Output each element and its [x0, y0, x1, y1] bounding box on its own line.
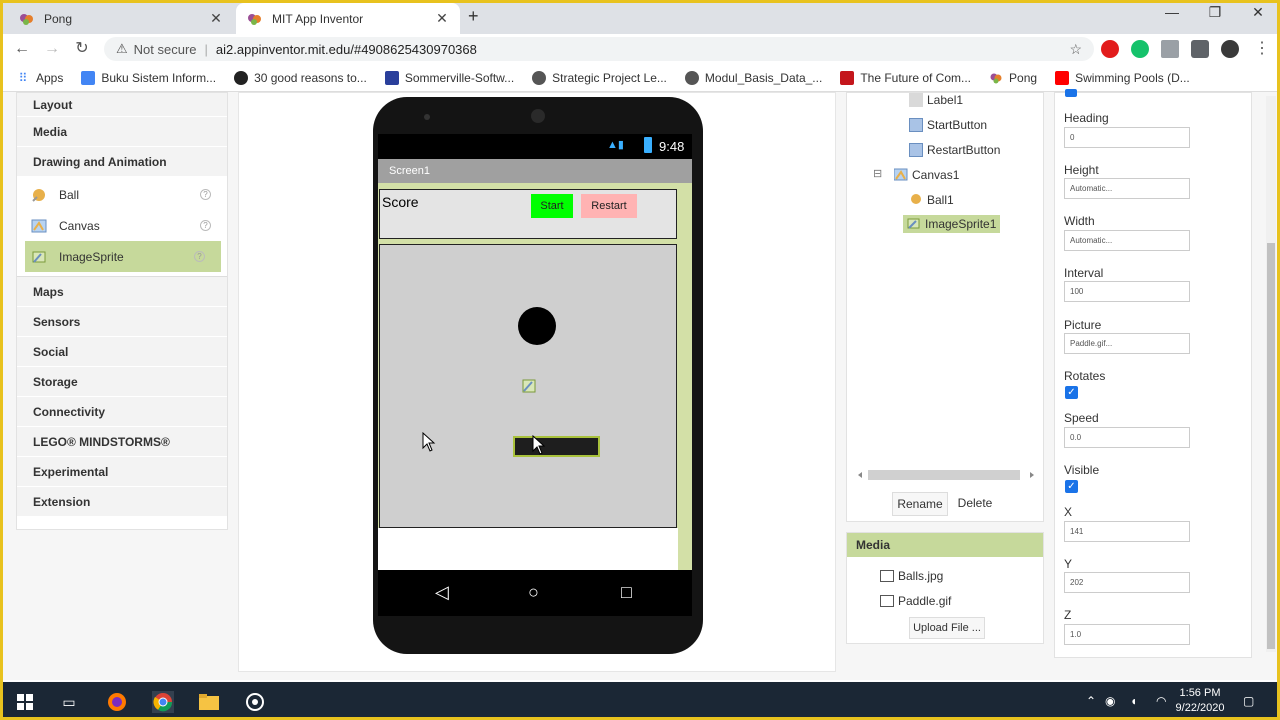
recording-frame-border	[0, 0, 1280, 720]
